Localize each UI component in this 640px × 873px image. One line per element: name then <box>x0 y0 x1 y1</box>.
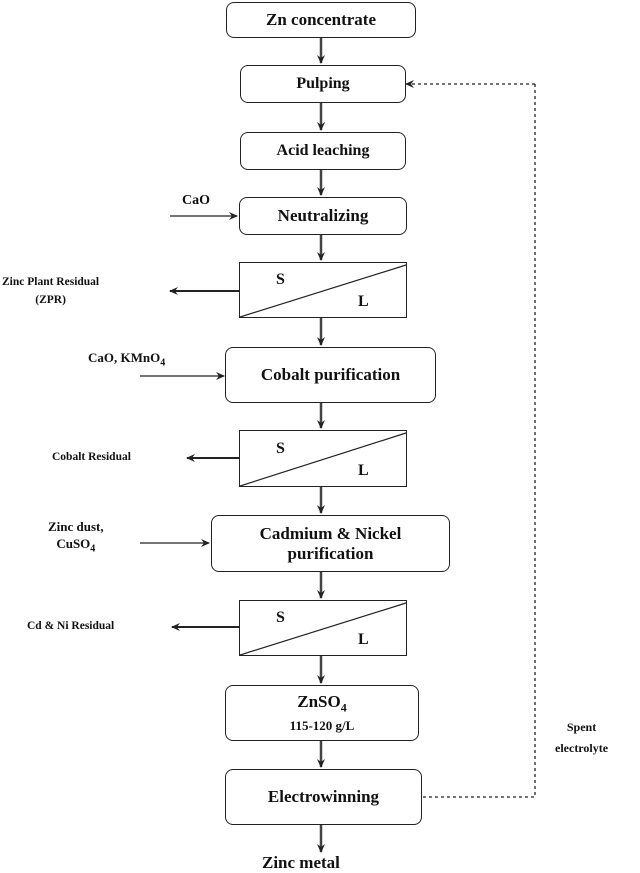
zpr-output-label: Zinc Plant Residual (ZPR) <box>2 276 100 306</box>
cobalt-residual-label: Cobalt Residual <box>52 451 131 463</box>
spent-electrolyte-label: Spent electrolyte <box>555 720 609 755</box>
liquid-label: L <box>358 462 369 479</box>
electrowinning-label: Electrowinning <box>267 787 380 806</box>
cd-ni-purification-line2: purification <box>287 543 374 563</box>
solid-label: S <box>276 271 285 288</box>
zinc-metal-label: Zinc metal <box>262 853 340 872</box>
solid-liquid-separator-1: S L <box>239 262 407 318</box>
zn-concentrate-label: Zn concentrate <box>265 10 376 29</box>
cd-ni-purification-box: Cadmium & Nickel purification <box>211 515 450 572</box>
liquid-label: L <box>358 631 369 648</box>
znso4-concentration: 115-120 g/L <box>289 717 355 733</box>
cobalt-purification-box: Cobalt purification <box>225 347 436 403</box>
pulping-box: Pulping <box>240 65 406 103</box>
neutralizing-box: Neutralizing <box>239 197 407 235</box>
solid-label: S <box>276 609 285 626</box>
pulping-label: Pulping <box>296 75 350 92</box>
znso4-box: ZnSO4 115-120 g/L <box>225 685 419 741</box>
acid-leaching-box: Acid leaching <box>240 132 406 170</box>
recycle-line <box>423 84 536 798</box>
zinc-dust-input-label: Zinc dust, CuSO4 <box>48 519 104 555</box>
liquid-label: L <box>358 293 369 310</box>
cd-ni-residual-label: Cd & Ni Residual <box>27 620 115 632</box>
separator-diagonal <box>240 432 407 487</box>
separator-diagonal <box>240 602 407 656</box>
cobalt-purification-label: Cobalt purification <box>260 365 401 384</box>
solid-liquid-separator-2: S L <box>239 430 407 487</box>
solid-label: S <box>276 440 285 457</box>
separator-diagonal <box>240 264 407 318</box>
acid-leaching-label: Acid leaching <box>276 142 370 159</box>
electrowinning-box: Electrowinning <box>225 769 422 825</box>
neutralizing-label: Neutralizing <box>277 206 369 225</box>
cao-kmno4-input-label: CaO, KMnO4 <box>88 350 166 369</box>
zn-concentrate-box: Zn concentrate <box>226 2 416 38</box>
cd-ni-purification-line1: Cadmium & Nickel <box>259 523 402 543</box>
solid-liquid-separator-3: S L <box>239 600 407 656</box>
znso4-label: ZnSO4 <box>297 692 347 715</box>
cao-input-label: CaO <box>182 193 210 208</box>
